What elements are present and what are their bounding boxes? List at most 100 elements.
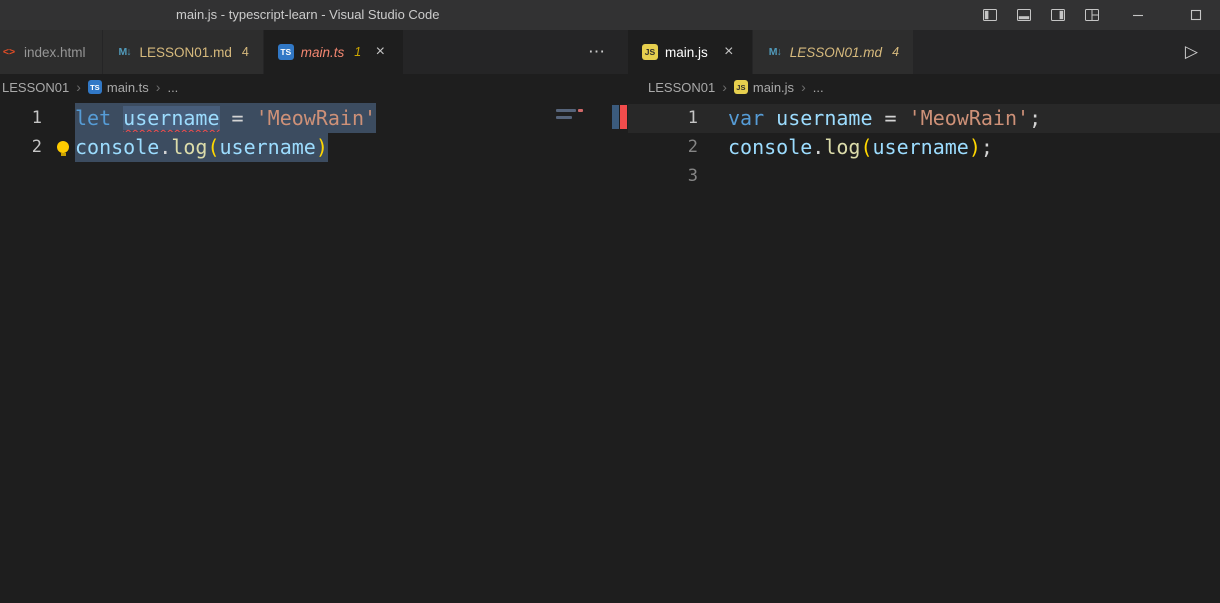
- line-number[interactable]: 2: [0, 133, 42, 162]
- breadcrumb-item[interactable]: JSmain.js: [734, 80, 794, 95]
- code-text: let username = 'MeowRain': [75, 104, 376, 133]
- code-token: [111, 106, 123, 130]
- tab-label: main.ts: [301, 45, 345, 60]
- tab-label: LESSON01.md: [790, 45, 882, 60]
- breadcrumb-item[interactable]: LESSON01: [2, 80, 69, 95]
- editor-group-right: JSmain.js×M↓LESSON01.md4 ▷ LESSON01›JSma…: [628, 30, 1220, 603]
- breadcrumbs-right: LESSON01›JSmain.js›...: [628, 74, 1220, 100]
- markdown-icon: M↓: [767, 44, 783, 60]
- breadcrumb-item[interactable]: ...: [813, 80, 824, 95]
- code-token: [220, 106, 232, 130]
- breadcrumb-item[interactable]: TS main.ts: [88, 80, 149, 95]
- code-token: console: [728, 135, 812, 159]
- line-number[interactable]: 1: [0, 104, 42, 133]
- code-lines-right: 1 var username = 'MeowRain'; 2 console.log(…: [628, 100, 1220, 191]
- code-token: ;: [981, 135, 993, 159]
- code-token: ;: [1029, 106, 1041, 130]
- js-icon: JS: [734, 80, 748, 94]
- run-code-button[interactable]: ▷: [1185, 42, 1198, 62]
- chevron-right-icon: ›: [156, 79, 161, 95]
- chevron-right-icon: ›: [76, 79, 81, 95]
- close-icon[interactable]: ×: [720, 43, 738, 61]
- code-line[interactable]: 1 let username = 'MeowRain': [0, 104, 628, 133]
- tab-main-ts[interactable]: TS main.ts 1 ×: [264, 30, 404, 74]
- toggle-primary-sidebar-icon[interactable]: [982, 7, 998, 23]
- tabbar-actions-left: ⋯: [588, 30, 628, 74]
- code-token: (: [207, 135, 219, 159]
- code-token: =: [885, 106, 897, 130]
- titlebar-controls: [964, 0, 1220, 30]
- code-lines-left: 1 let username = 'MeowRain' 2 console.log(u…: [0, 100, 628, 162]
- title-bar: main.js - typescript-learn - Visual Stud…: [0, 0, 1220, 30]
- breadcrumb-item[interactable]: ...: [167, 80, 178, 95]
- code-line[interactable]: 1 var username = 'MeowRain';: [628, 104, 1220, 133]
- code-token: =: [232, 106, 244, 130]
- breadcrumb-label: main.ts: [107, 80, 149, 95]
- code-token: ): [969, 135, 981, 159]
- code-token: .: [159, 135, 171, 159]
- minimap-line-mark: [556, 109, 576, 112]
- error-squiggle-token: username: [123, 106, 219, 130]
- editor-right[interactable]: 1 var username = 'MeowRain'; 2 console.log(…: [628, 100, 1220, 603]
- js-icon: JS: [642, 44, 658, 60]
- tab-main-js[interactable]: JSmain.js×: [628, 30, 753, 74]
- toggle-secondary-sidebar-icon[interactable]: [1050, 7, 1066, 23]
- tab-bar-left: <>index.htmlM↓LESSON01.md4TSmain.ts1× ⋯: [0, 30, 628, 74]
- toggle-panel-icon[interactable]: [1016, 7, 1032, 23]
- problems-count-badge: 1: [354, 45, 361, 59]
- selection-highlight: let username = 'MeowRain': [75, 103, 376, 133]
- close-icon[interactable]: ×: [371, 43, 389, 61]
- code-line[interactable]: 2 console.log(username): [0, 133, 628, 162]
- minimize-button[interactable]: [1130, 7, 1146, 23]
- window-title: main.js - typescript-learn - Visual Stud…: [176, 0, 440, 30]
- typescript-icon: TS: [88, 80, 102, 94]
- maximize-button[interactable]: [1188, 7, 1204, 23]
- breadcrumb-label: ...: [813, 80, 824, 95]
- code-text: var username = 'MeowRain';: [728, 104, 1041, 133]
- overview-ruler-error-mark: [620, 105, 627, 129]
- tab-index-html[interactable]: <>index.html: [0, 30, 103, 74]
- editor-left[interactable]: 1 let username = 'MeowRain' 2 console.log(u…: [0, 100, 628, 603]
- problems-count-badge: 4: [892, 45, 899, 59]
- code-token: let: [75, 106, 111, 130]
- lightbulb-icon[interactable]: [57, 141, 69, 153]
- overview-ruler-selection-mark: [612, 105, 619, 129]
- chevron-right-icon: ›: [722, 79, 727, 95]
- breadcrumb-item[interactable]: LESSON01: [648, 80, 715, 95]
- code-token: log: [824, 135, 860, 159]
- line-number[interactable]: 2: [628, 133, 698, 162]
- line-number[interactable]: 1: [628, 104, 698, 133]
- code-token: [244, 106, 256, 130]
- tab-label: LESSON01.md: [140, 45, 232, 60]
- code-token: [764, 106, 776, 130]
- breadcrumb-label: LESSON01: [648, 80, 715, 95]
- code-token: log: [171, 135, 207, 159]
- code-token: var: [728, 106, 764, 130]
- code-token: ): [316, 135, 328, 159]
- breadcrumbs-left: LESSON01 › TS main.ts ›...: [0, 74, 628, 100]
- code-token: .: [812, 135, 824, 159]
- tab-bar-right: JSmain.js× M↓ LESSON01.md 4 ▷: [628, 30, 1220, 74]
- more-actions-icon[interactable]: ⋯: [588, 42, 606, 62]
- typescript-icon: TS: [278, 44, 294, 60]
- code-token: [873, 106, 885, 130]
- code-line[interactable]: 2 console.log(username);: [628, 133, 1220, 162]
- tabbar-actions-right: ▷: [1171, 30, 1220, 74]
- code-text: console.log(username): [75, 133, 328, 162]
- customize-layout-icon[interactable]: [1084, 7, 1100, 23]
- minimap-line-mark: [556, 116, 572, 119]
- code-token: username: [873, 135, 969, 159]
- tabs-left: <>index.htmlM↓LESSON01.md4TSmain.ts1×: [0, 30, 404, 74]
- code-line[interactable]: 3: [628, 162, 1220, 191]
- code-token: (: [860, 135, 872, 159]
- markdown-icon: M↓: [117, 44, 133, 60]
- tab-lesson01-md[interactable]: M↓LESSON01.md4: [103, 30, 264, 74]
- tab-lesson01-md-right[interactable]: M↓ LESSON01.md 4: [753, 30, 914, 74]
- code-token: [897, 106, 909, 130]
- vscode-window: main.js - typescript-learn - Visual Stud…: [0, 0, 1220, 603]
- tabs-right: JSmain.js× M↓ LESSON01.md 4: [628, 30, 914, 74]
- line-number[interactable]: 3: [628, 162, 698, 191]
- code-token: 'MeowRain': [256, 106, 376, 130]
- selection-highlight: console.log(username): [75, 132, 328, 162]
- editor-area: <>index.htmlM↓LESSON01.md4TSmain.ts1× ⋯ …: [0, 30, 1220, 603]
